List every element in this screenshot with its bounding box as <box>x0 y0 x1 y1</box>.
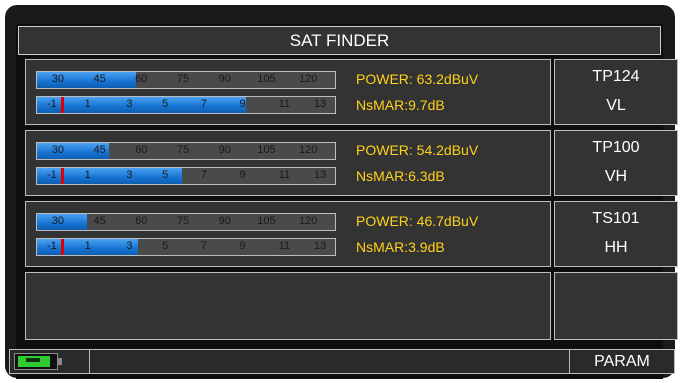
signal-panel: 30 45 60 75 90 105 120 -1 1 3 5 7 9 11 13 POWER: 46.7… <box>25 201 551 267</box>
power-tick-label: 60 <box>135 215 148 227</box>
power-readout: POWER: 63.2dBuV <box>356 71 479 87</box>
nsmar-bar: -1 1 3 5 7 9 11 13 <box>36 96 336 114</box>
power-readout: POWER: 46.7dBuV <box>356 213 479 229</box>
nsmar-tick-label: 1 <box>84 169 91 181</box>
power-tick-label: 90 <box>218 144 231 156</box>
power-tick-label: 30 <box>51 215 64 227</box>
transponder-name: TP124 <box>592 68 640 85</box>
power-tick-label: 120 <box>298 73 318 85</box>
nsmar-readout: NsMAR:9.7dB <box>356 97 445 113</box>
nsmar-tick-label: 11 <box>278 98 291 110</box>
power-bar: 30 45 60 75 90 105 120 <box>36 71 336 89</box>
transponder-button[interactable]: TS101 HH <box>554 201 678 267</box>
nsmar-tick-label: 11 <box>278 169 291 181</box>
nsmar-tick-label: 7 <box>200 98 207 110</box>
nsmar-tick-label: 1 <box>84 98 91 110</box>
transponder-polarization: HH <box>604 239 628 256</box>
empty-transponder-slot[interactable] <box>554 272 678 340</box>
nsmar-tick-label: 3 <box>126 98 133 110</box>
nsmar-tick-label: -1 <box>47 98 57 110</box>
nsmar-tick-label: 3 <box>126 169 133 181</box>
signal-panel: 30 45 60 75 90 105 120 -1 1 3 5 7 9 11 13 POWER: 63.2… <box>25 59 551 125</box>
nsmar-tick-label: 9 <box>239 240 246 252</box>
nsmar-tick-label: 5 <box>162 169 169 181</box>
nsmar-tick-label: -1 <box>47 240 57 252</box>
nsmar-tick-label: 9 <box>239 169 246 181</box>
power-ticks: 30 45 60 75 90 105 120 <box>37 143 335 159</box>
transponder-button[interactable]: TP100 VH <box>554 130 678 196</box>
nsmar-readout: NsMAR:6.3dB <box>356 168 445 184</box>
power-tick-label: 75 <box>176 144 190 156</box>
power-tick-label: 45 <box>93 73 106 85</box>
power-tick-label: 45 <box>93 215 106 227</box>
nsmar-bar: -1 1 3 5 7 9 11 13 <box>36 238 336 256</box>
power-tick-label: 105 <box>257 144 276 156</box>
nsmar-tick-label: 1 <box>84 240 91 252</box>
transponder-name: TS101 <box>592 210 640 227</box>
nsmar-ticks: -1 1 3 5 7 9 11 13 <box>37 97 335 113</box>
nsmar-tick-label: 9 <box>239 98 246 110</box>
power-bar: 30 45 60 75 90 105 120 <box>36 142 336 160</box>
nsmar-ticks: -1 1 3 5 7 9 11 13 <box>37 239 335 255</box>
power-tick-label: 30 <box>51 73 64 85</box>
nsmar-tick-label: 13 <box>313 169 327 181</box>
power-tick-label: 90 <box>218 215 231 227</box>
power-tick-label: 90 <box>218 73 231 85</box>
signal-panel: 30 45 60 75 90 105 120 -1 1 3 5 7 9 11 13 POWER: 54.2… <box>25 130 551 196</box>
nsmar-tick-label: 3 <box>126 240 133 252</box>
screen: SAT FINDER 30 45 60 75 90 105 120 -1 1 3 5 7 9 11 13 … <box>16 24 678 379</box>
power-tick-label: 45 <box>93 144 106 156</box>
page-title: SAT FINDER <box>18 26 661 55</box>
nsmar-readout: NsMAR:3.9dB <box>356 239 445 255</box>
nsmar-tick-label: 13 <box>313 98 327 110</box>
power-tick-label: 30 <box>51 144 64 156</box>
power-ticks: 30 45 60 75 90 105 120 <box>37 72 335 88</box>
power-tick-label: 75 <box>176 215 190 227</box>
power-tick-label: 105 <box>257 215 276 227</box>
power-tick-label: 60 <box>135 144 148 156</box>
power-ticks: 30 45 60 75 90 105 120 <box>37 214 335 230</box>
status-divider <box>89 350 90 373</box>
nsmar-threshold-marker <box>61 168 65 184</box>
nsmar-threshold-marker <box>61 239 65 255</box>
power-tick-label: 75 <box>176 73 190 85</box>
battery-charging-icon <box>14 353 62 370</box>
nsmar-tick-label: 7 <box>200 240 207 252</box>
nsmar-threshold-marker <box>61 97 65 113</box>
transponder-button[interactable]: TP124 VL <box>554 59 678 125</box>
status-bar: PARAM <box>9 349 675 374</box>
transponder-name: TP100 <box>592 139 640 156</box>
nsmar-tick-label: 11 <box>278 240 291 252</box>
empty-signal-panel <box>25 272 551 340</box>
nsmar-tick-label: -1 <box>47 169 57 181</box>
nsmar-tick-label: 7 <box>200 169 207 181</box>
nsmar-tick-label: 5 <box>162 240 169 252</box>
power-bar: 30 45 60 75 90 105 120 <box>36 213 336 231</box>
nsmar-tick-label: 13 <box>313 240 327 252</box>
nsmar-bar: -1 1 3 5 7 9 11 13 <box>36 167 336 185</box>
nsmar-ticks: -1 1 3 5 7 9 11 13 <box>37 168 335 184</box>
param-button[interactable]: PARAM <box>569 350 674 373</box>
power-tick-label: 105 <box>257 73 276 85</box>
power-tick-label: 120 <box>298 144 318 156</box>
transponder-polarization: VL <box>606 97 626 114</box>
power-tick-label: 120 <box>298 215 318 227</box>
nsmar-tick-label: 5 <box>162 98 169 110</box>
transponder-polarization: VH <box>604 168 628 185</box>
power-tick-label: 60 <box>135 73 148 85</box>
power-readout: POWER: 54.2dBuV <box>356 142 479 158</box>
